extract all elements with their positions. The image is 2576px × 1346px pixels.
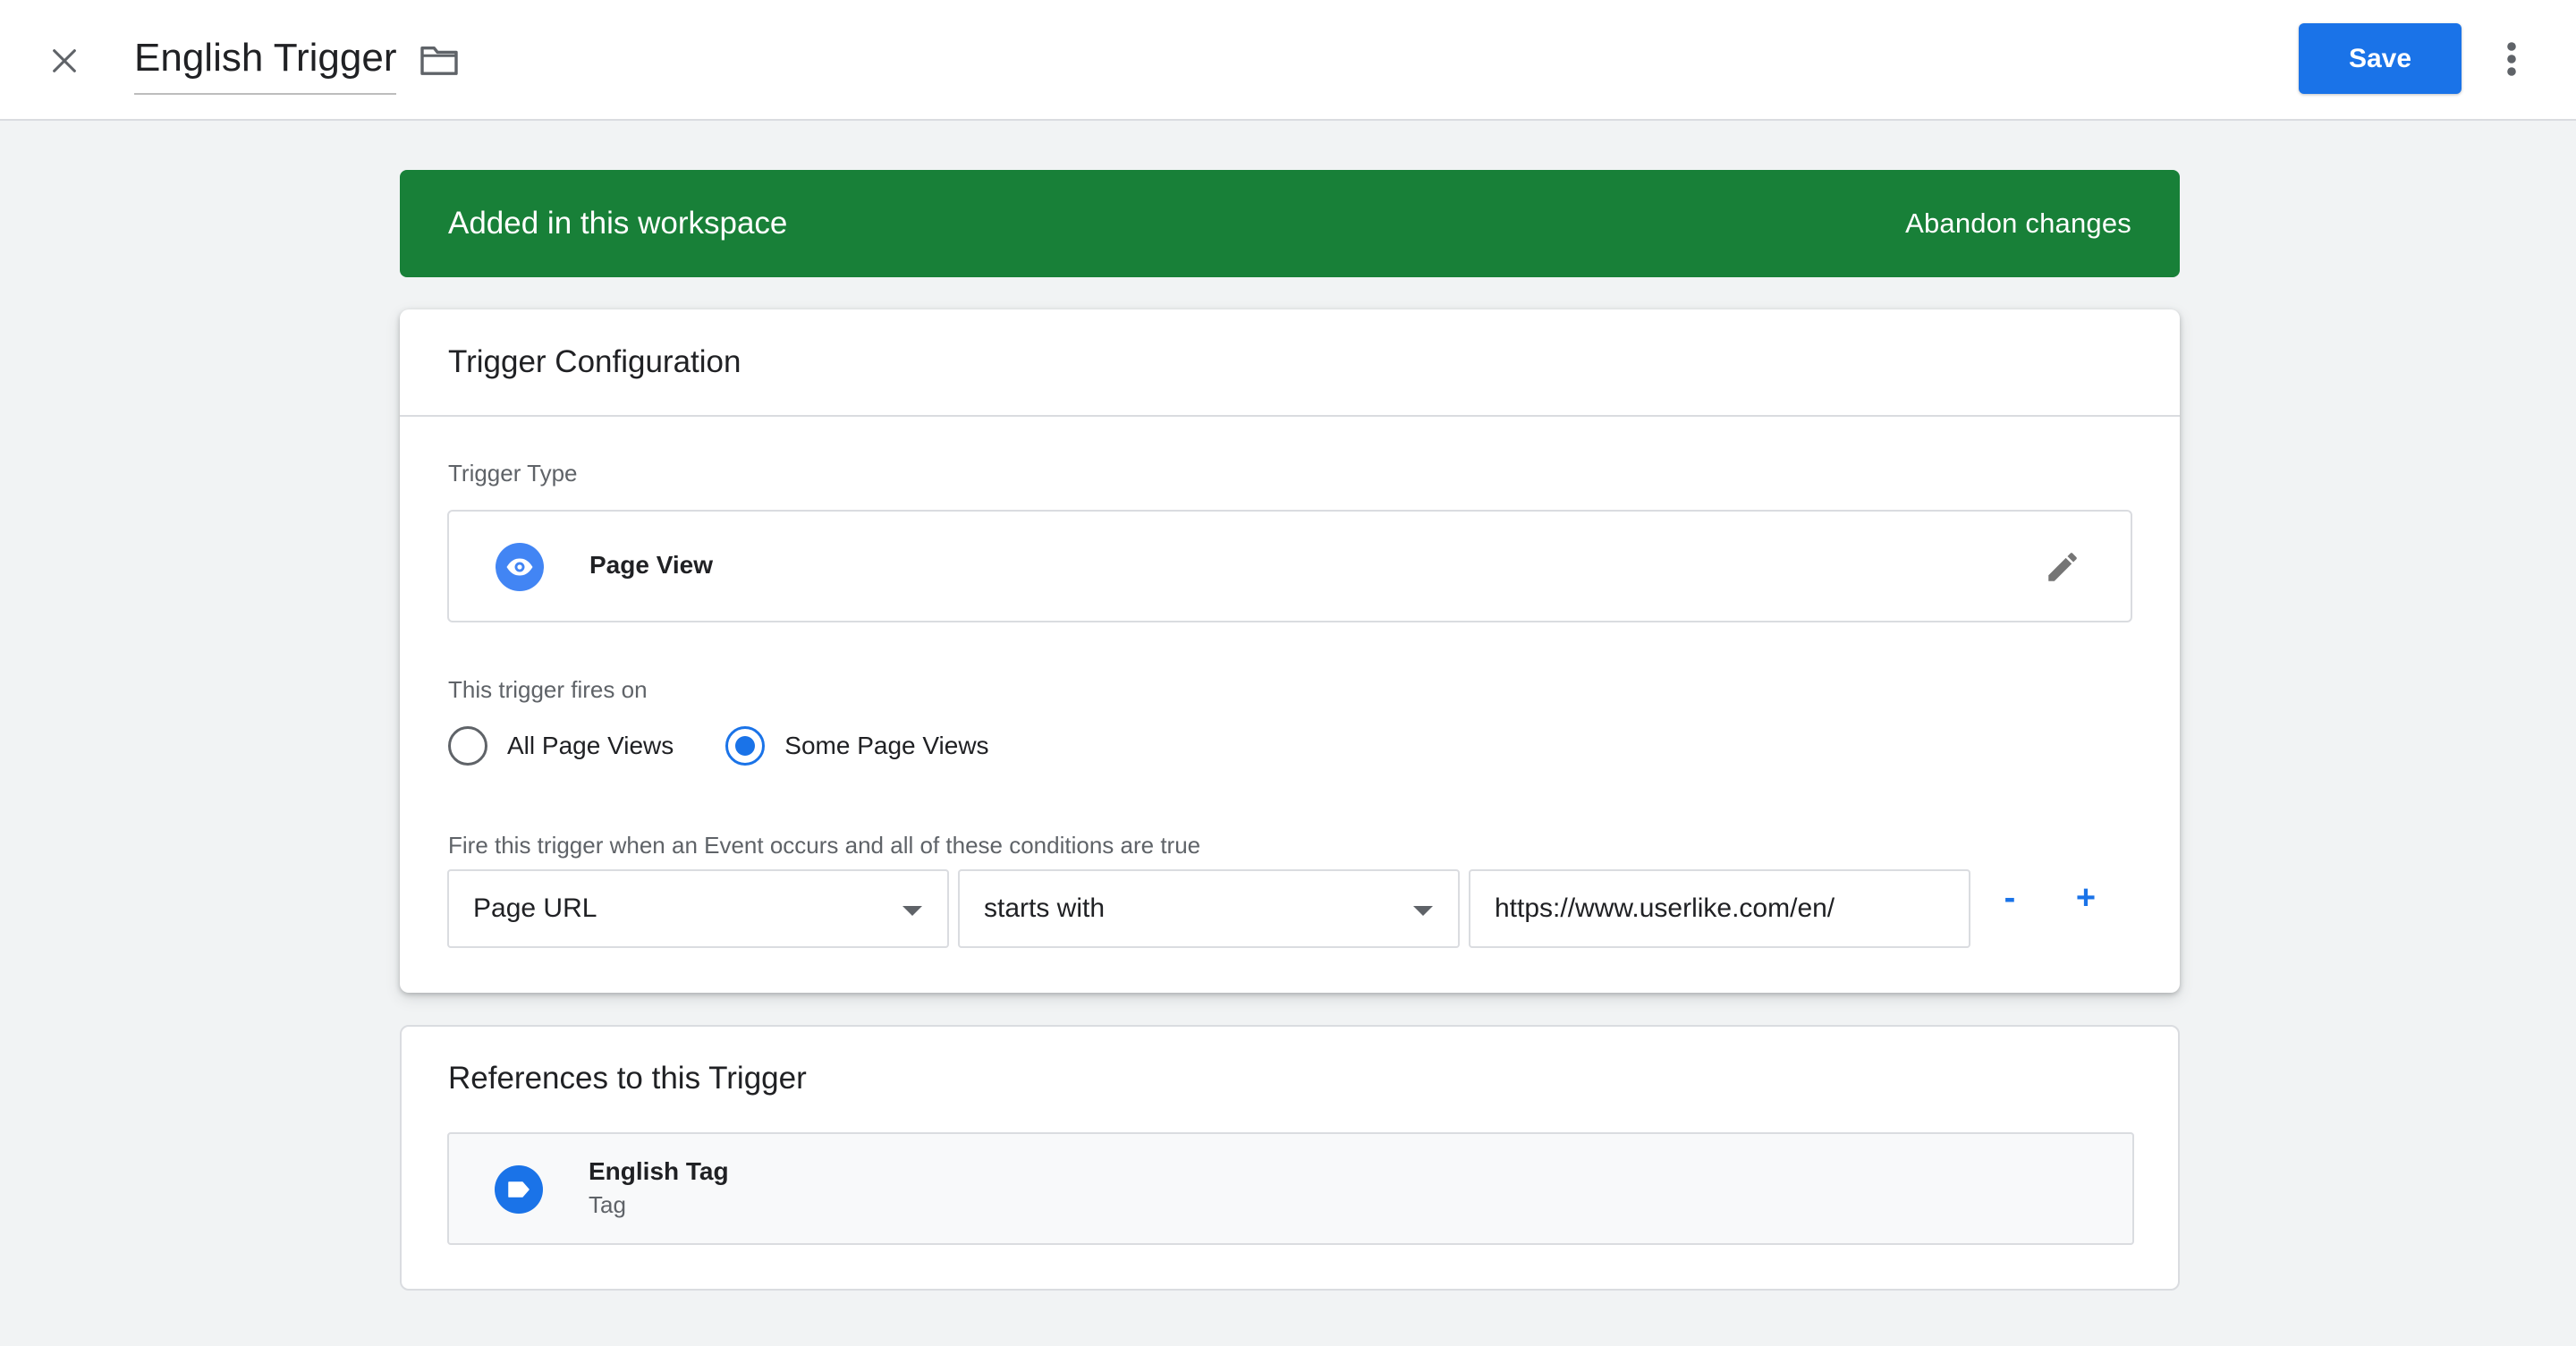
select-value: starts with: [984, 893, 1106, 923]
add-condition-button[interactable]: +: [2063, 871, 2108, 925]
fires-on-label: This trigger fires on: [448, 676, 648, 703]
tag-icon: [495, 1165, 543, 1214]
condition-row: Page URL starts with: [447, 869, 1970, 948]
select-value: Page URL: [473, 893, 597, 923]
trigger-type-selector[interactable]: Page View: [447, 510, 2132, 622]
edit-trigger-type-button[interactable]: [2041, 546, 2084, 588]
reference-type: Tag: [589, 1191, 626, 1218]
chevron-down-icon: [902, 905, 922, 916]
radio-all-page-views[interactable]: All Page Views: [448, 726, 674, 766]
condition-value-input[interactable]: [1469, 869, 1970, 948]
radio-label: All Page Views: [507, 732, 674, 759]
radio-some-page-views[interactable]: Some Page Views: [725, 726, 989, 766]
references-card: References to this Trigger English Tag T…: [400, 1025, 2180, 1291]
eye-icon: [496, 543, 544, 591]
pencil-icon: [2048, 553, 2077, 581]
page-title: English Trigger: [134, 36, 397, 80]
abandon-changes-link[interactable]: Abandon changes: [1905, 207, 2131, 240]
radio-button-checked[interactable]: [725, 726, 766, 766]
banner-text: Added in this workspace: [448, 206, 788, 241]
fires-on-radio-group: All Page Views Some Page Views: [448, 726, 989, 766]
trigger-type-label: Trigger Type: [448, 460, 578, 487]
remove-condition-button[interactable]: -: [1987, 871, 2032, 925]
references-title: References to this Trigger: [448, 1061, 807, 1096]
trigger-type-name: Page View: [589, 551, 714, 579]
workspace-status-banner: Added in this workspace Abandon changes: [400, 170, 2180, 277]
radio-button[interactable]: [448, 726, 487, 766]
condition-operator-select[interactable]: starts with: [958, 869, 1460, 948]
top-bar: English Trigger Save: [0, 0, 2576, 121]
reference-name: English Tag: [589, 1157, 729, 1185]
reference-item[interactable]: English Tag Tag: [447, 1132, 2134, 1245]
save-button[interactable]: Save: [2299, 23, 2462, 94]
close-button[interactable]: [39, 39, 89, 82]
more-vert-icon: [2507, 42, 2516, 76]
radio-label: Some Page Views: [784, 732, 989, 759]
trigger-name-field[interactable]: English Trigger: [134, 27, 397, 95]
folder-button[interactable]: [413, 39, 465, 80]
more-options-button[interactable]: [2492, 32, 2531, 86]
radio-dot: [735, 736, 756, 756]
condition-variable-select[interactable]: Page URL: [447, 869, 949, 948]
card-title: Trigger Configuration: [448, 344, 741, 379]
close-icon: [53, 49, 76, 72]
trigger-configuration-card: Trigger Configuration Trigger Type Page …: [400, 309, 2180, 993]
card-header: Trigger Configuration: [400, 309, 2180, 417]
chevron-down-icon: [1413, 905, 1433, 916]
folder-icon: [420, 46, 458, 75]
conditions-label: Fire this trigger when an Event occurs a…: [448, 832, 1201, 859]
